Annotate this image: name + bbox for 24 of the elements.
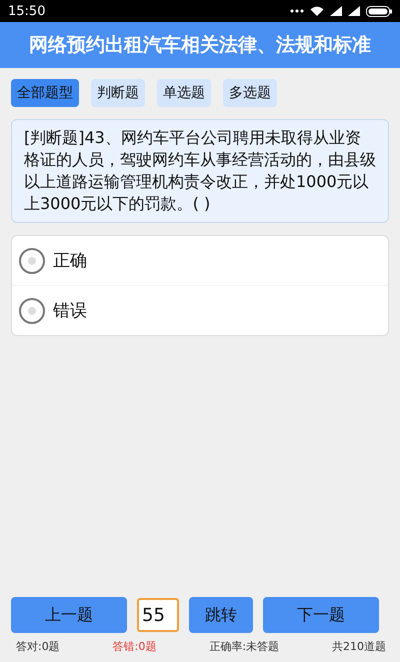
page-input-field[interactable]: 55 [137,598,179,632]
wifi-icon [310,6,324,16]
option-label[interactable]: 错误 [53,299,87,322]
question-type-tab[interactable]: 单选题 [157,79,211,107]
previous-button[interactable]: 上一题 [11,597,127,633]
clock-time: 15:50 [8,4,46,18]
question-type-tab[interactable]: 多选题 [223,79,277,107]
jump-button[interactable]: 跳转 [189,597,253,633]
page-title: 网络预约出租汽车相关法律、法规和标准 [29,33,371,58]
stat-text: 答错:0题 [112,639,156,654]
signal-icon [348,6,360,16]
radio-button[interactable] [19,298,45,324]
question-type-tab[interactable]: 全部题型 [11,79,79,107]
signal-icon [330,6,342,16]
radio-button[interactable] [19,248,45,274]
more-dots-icon [290,9,304,13]
next-button[interactable]: 下一题 [263,597,379,633]
option-label[interactable]: 正确 [53,249,87,272]
question-type-tab[interactable]: 判断题 [91,79,145,107]
stat-text: 答对:0题 [16,639,60,654]
stat-text: 正确率:未答题 [209,639,280,654]
stat-text: 共210道题 [332,639,386,654]
battery-icon [366,6,392,16]
question-text: [判断题]43、网约车平台公司聘用未取得从业资格证的人员，驾驶网约车从事经营活动的，由县级以上道路运输管理机构责令改正，并处1000元以上3000元以下的罚款。( ) [24,127,376,215]
